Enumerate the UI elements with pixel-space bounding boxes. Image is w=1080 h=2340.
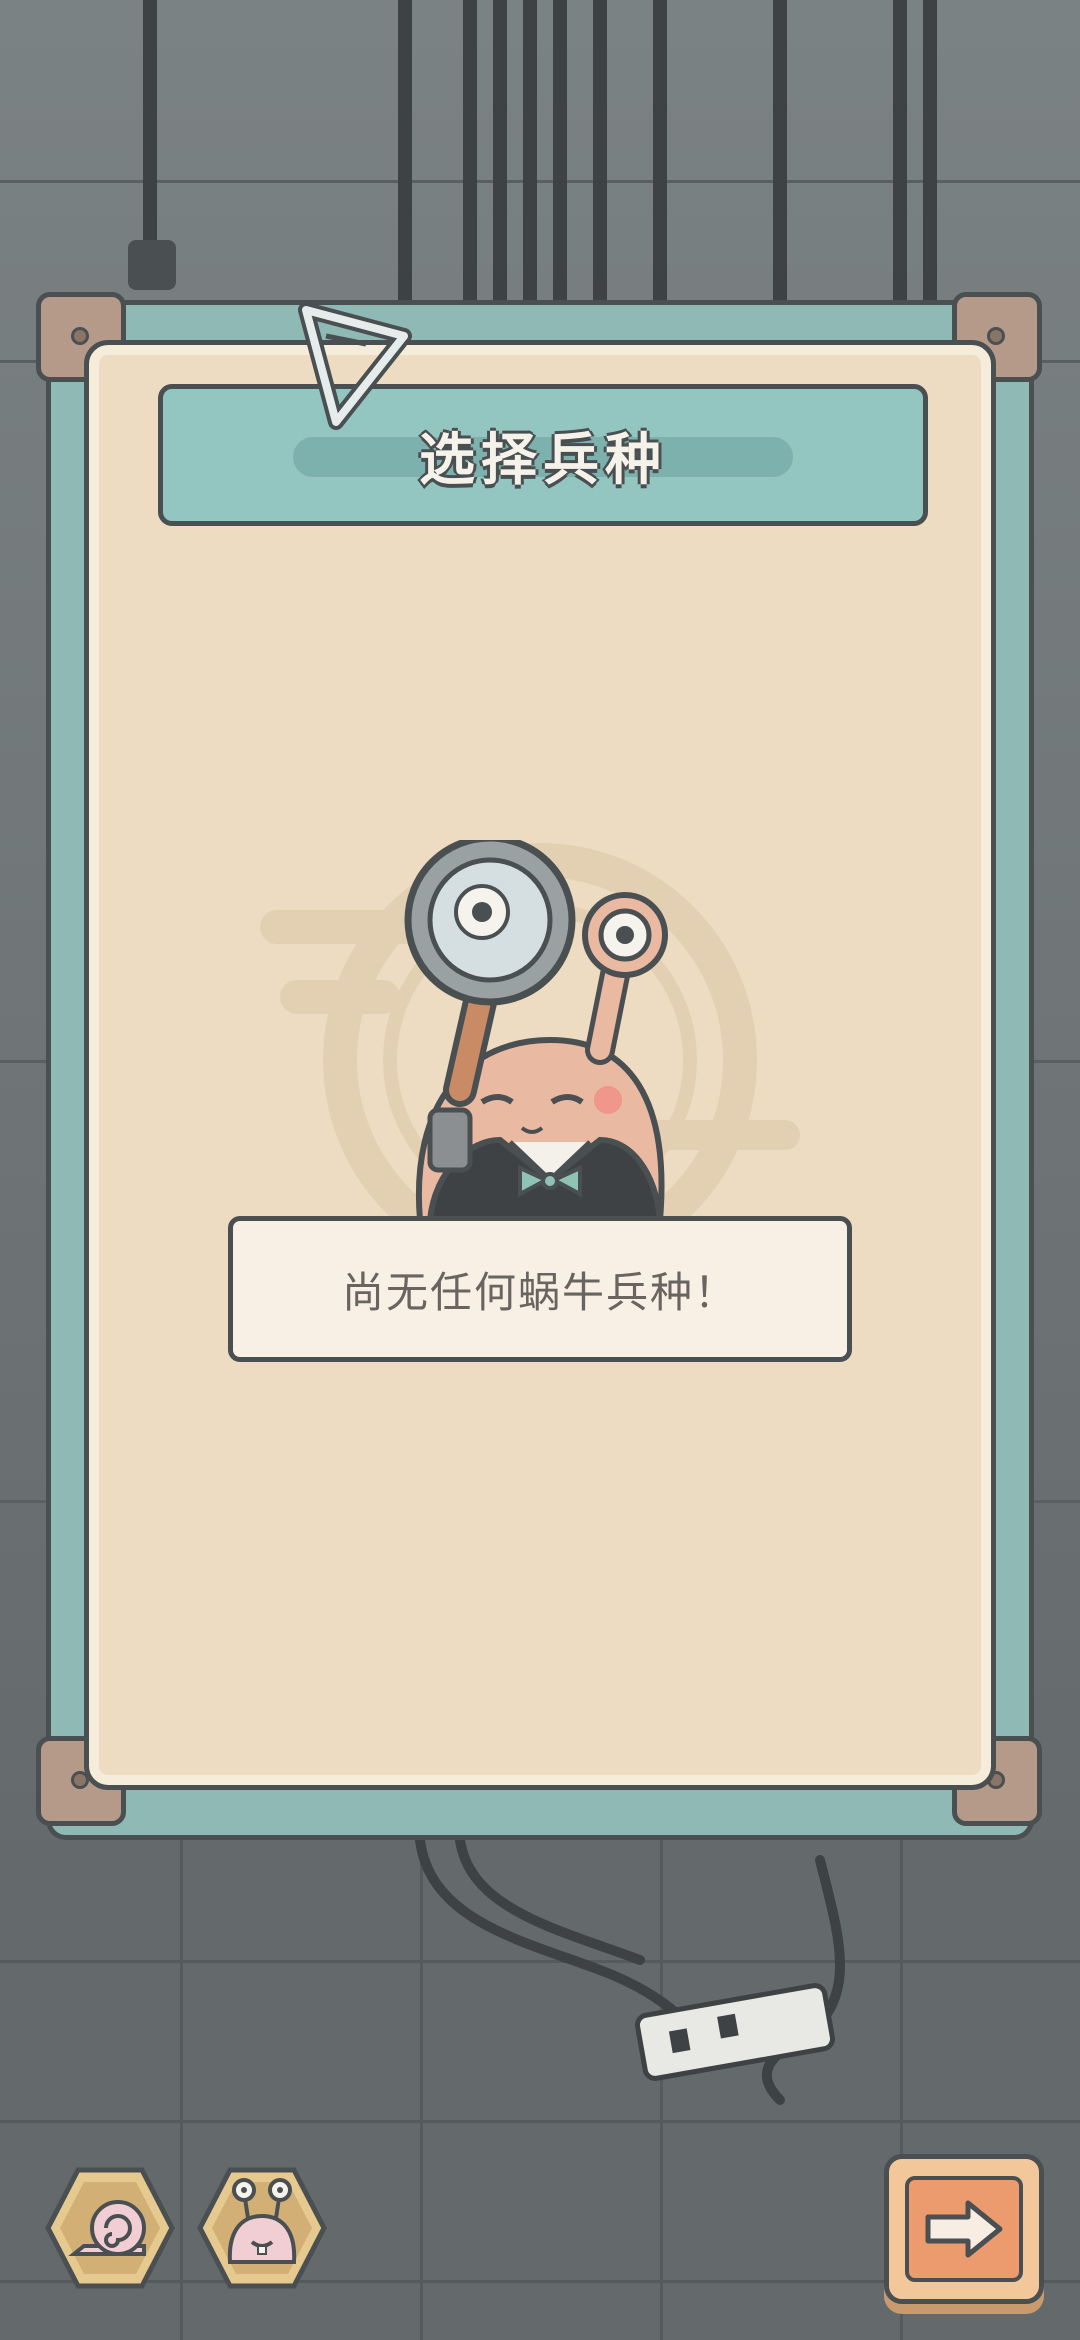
bolt-icon: [987, 327, 1005, 345]
snail-shell-button[interactable]: [44, 2162, 176, 2294]
snail-inspector-icon: [260, 840, 800, 1220]
floor-cables: [415, 1835, 845, 2105]
empty-message: 尚无任何蜗牛兵种！: [341, 1267, 738, 1317]
arrow-right-icon: [925, 2200, 1003, 2258]
ceiling-cables: [128, 0, 937, 307]
floor-line: [0, 2120, 1080, 2123]
power-strip: [634, 1983, 836, 2081]
snail-face-button[interactable]: [196, 2162, 328, 2294]
bolt-icon: [71, 327, 89, 345]
panel-title-bar: 选择兵种: [158, 384, 928, 526]
empty-message-box: 尚无任何蜗牛兵种！: [228, 1216, 852, 1362]
next-button-face: [905, 2176, 1023, 2282]
next-button[interactable]: [884, 2154, 1044, 2304]
triangle-pin-icon: [298, 302, 412, 430]
panel-title: 选择兵种: [419, 427, 667, 493]
